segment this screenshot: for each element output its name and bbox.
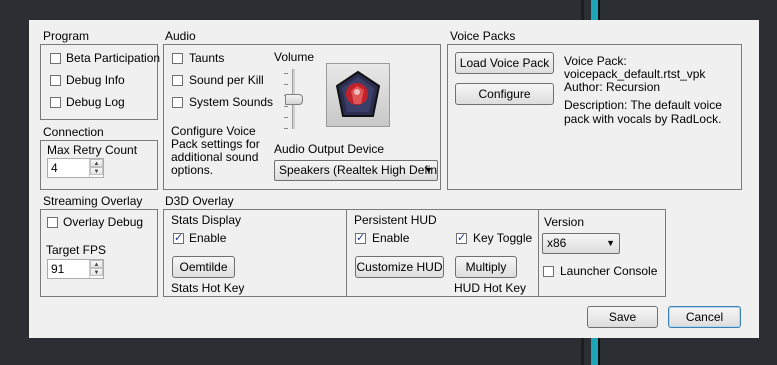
sound-per-kill-label: Sound per Kill (189, 73, 264, 87)
d3d-overlay-title: D3D Overlay (165, 194, 234, 208)
stats-hotkey-button[interactable]: Oemtilde (172, 256, 235, 278)
audio-output-device-value: Speakers (Realtek High Defin (279, 163, 438, 177)
settings-dialog: Program Beta Participation Debug Info De… (29, 20, 759, 338)
target-fps-value: 91 (51, 262, 65, 276)
launcher-console-checkbox[interactable] (543, 266, 554, 277)
overlay-debug-label: Overlay Debug (63, 215, 144, 229)
voice-pack-author: Author: Recursion (564, 80, 661, 94)
max-retry-label: Max Retry Count (47, 143, 138, 157)
streaming-overlay-group: Overlay Debug Target FPS 91 ▲ ▼ (40, 209, 158, 297)
version-label: Version (544, 215, 585, 229)
spin-down-icon[interactable]: ▼ (90, 167, 103, 175)
load-voice-pack-button[interactable]: Load Voice Pack (455, 52, 554, 74)
dropdown-arrow-icon: ▼ (424, 165, 433, 175)
voice-packs-group: Load Voice Pack Configure Voice Pack: vo… (447, 44, 742, 190)
target-fps-label: Target FPS (46, 243, 107, 257)
stats-hotkey-label: Stats Hot Key (171, 281, 245, 295)
debug-log-checkbox[interactable] (50, 97, 61, 108)
stats-display-label: Stats Display (171, 213, 242, 227)
overlay-debug-checkbox[interactable] (47, 217, 58, 228)
dropdown-arrow-icon: ▼ (606, 238, 615, 248)
max-retry-stepper[interactable]: ▲ ▼ (89, 159, 103, 177)
stats-enable-label: Enable (189, 231, 227, 245)
connection-title: Connection (43, 125, 104, 139)
debug-info-label: Debug Info (66, 73, 125, 87)
d3d-overlay-group: Stats Display Enable Oemtilde Stats Hot … (163, 209, 666, 297)
d3d-divider (538, 210, 539, 296)
audio-group: Taunts Sound per Kill System Sounds Volu… (163, 44, 441, 190)
hud-hotkey-label: HUD Hot Key (454, 281, 527, 295)
hud-hotkey-button[interactable]: Multiply (455, 256, 517, 278)
sound-per-kill-checkbox[interactable] (172, 75, 183, 86)
persistent-hud-label: Persistent HUD (354, 213, 437, 227)
spin-down-icon[interactable]: ▼ (90, 268, 103, 276)
configure-note: Configure Voice Pack settings for additi… (171, 124, 260, 177)
program-group: Beta Participation Debug Info Debug Log (40, 44, 161, 120)
cancel-button[interactable]: Cancel (668, 306, 741, 328)
volume-slider-thumb[interactable] (285, 94, 303, 105)
spin-up-icon[interactable]: ▲ (90, 159, 103, 167)
volume-slider[interactable] (282, 69, 304, 131)
beta-participation-checkbox[interactable] (50, 53, 61, 64)
voice-pack-avatar-icon (326, 63, 390, 127)
hud-enable-checkbox[interactable] (355, 231, 366, 244)
save-button[interactable]: Save (587, 306, 658, 328)
configure-voice-pack-button[interactable]: Configure (455, 83, 554, 105)
target-fps-stepper[interactable]: ▲ ▼ (89, 260, 103, 278)
system-sounds-checkbox[interactable] (172, 97, 183, 108)
debug-info-checkbox[interactable] (50, 75, 61, 86)
voice-pack-description: Description: The default voice pack with… (564, 98, 722, 126)
hud-enable-label: Enable (372, 231, 410, 245)
customize-hud-button[interactable]: Customize HUD (355, 256, 444, 278)
taunts-label: Taunts (189, 51, 225, 65)
key-toggle-label: Key Toggle (473, 231, 533, 245)
voice-pack-label: Voice Pack: (564, 54, 627, 68)
version-select[interactable]: x86 ▼ (542, 233, 620, 254)
debug-log-label: Debug Log (66, 95, 125, 109)
launcher-console-label: Launcher Console (560, 264, 658, 278)
volume-label: Volume (274, 50, 315, 64)
beta-participation-label: Beta Participation (66, 51, 161, 65)
audio-output-device-select[interactable]: Speakers (Realtek High Defin ▼ (274, 160, 438, 181)
d3d-divider (346, 210, 347, 296)
connection-group: Max Retry Count 4 ▲ ▼ (40, 140, 158, 190)
taunts-checkbox[interactable] (172, 53, 183, 64)
voice-pack-file: voicepack_default.rtst_vpk (564, 67, 706, 81)
stats-enable-checkbox[interactable] (173, 231, 184, 244)
version-value: x86 (547, 236, 567, 250)
streaming-overlay-title: Streaming Overlay (43, 194, 143, 208)
audio-output-device-label: Audio Output Device (274, 142, 385, 156)
spin-up-icon[interactable]: ▲ (90, 260, 103, 268)
audio-title: Audio (165, 29, 196, 43)
voice-packs-title: Voice Packs (450, 29, 516, 43)
max-retry-value: 4 (51, 161, 58, 175)
key-toggle-checkbox[interactable] (456, 231, 467, 244)
system-sounds-label: System Sounds (189, 95, 274, 109)
program-title: Program (43, 29, 90, 43)
